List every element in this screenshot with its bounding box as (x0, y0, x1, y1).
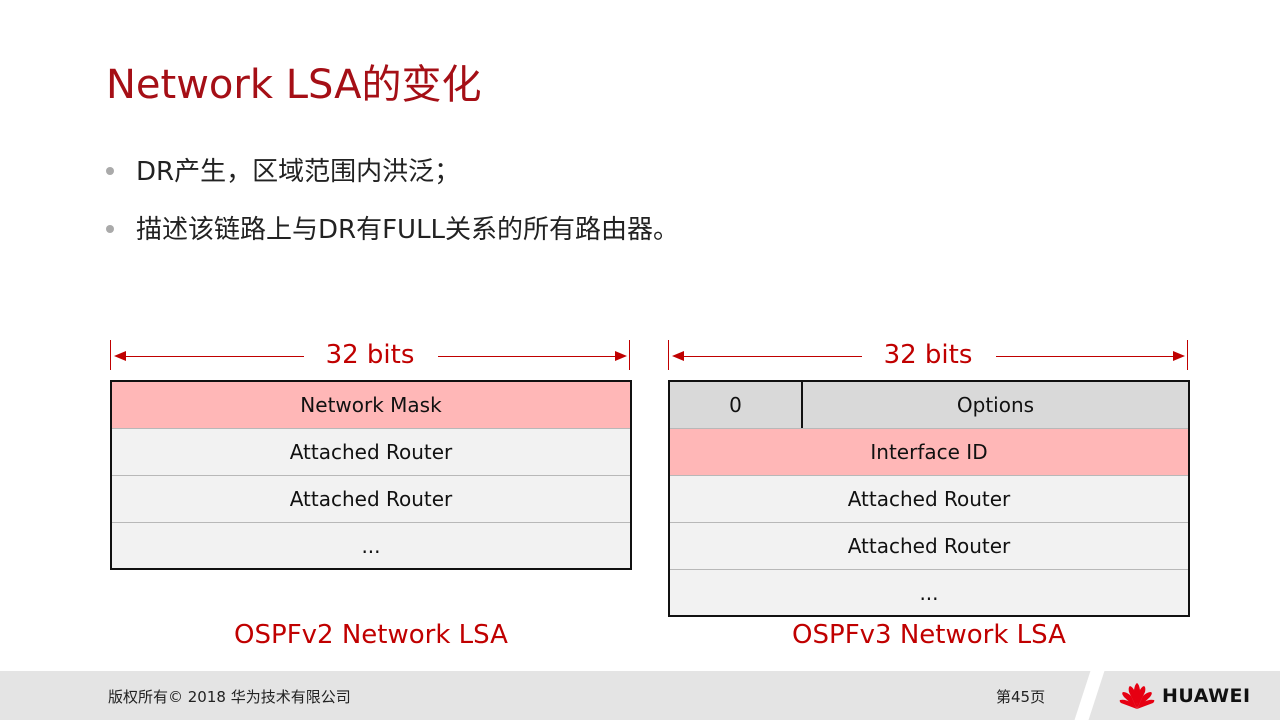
bullet-text: DR产生，区域范围内洪泛； (136, 156, 461, 187)
width-measure: 32 bits (110, 340, 632, 380)
bullet-dot-icon (106, 225, 114, 233)
measure-tick-right (1187, 340, 1188, 370)
bullet-dot-icon (106, 167, 114, 175)
slide-title: Network LSA的变化 (106, 62, 482, 108)
field-header-row: 0 Options (670, 382, 1188, 429)
copyright-text: 版权所有© 2018 华为技术有限公司 (108, 688, 351, 706)
width-label: 32 bits (325, 340, 415, 370)
bullet-item: 描述该链路上与DR有FULL关系的所有路由器。 (106, 198, 679, 256)
arrow-right-icon (615, 351, 627, 361)
arrow-right-icon (1173, 351, 1185, 361)
measure-tick-right (629, 340, 630, 370)
ospfv3-caption: OSPFv3 Network LSA (792, 620, 1066, 650)
brand-name: HUAWEI (1162, 685, 1251, 707)
bullet-list: DR产生，区域范围内洪泛； 描述该链路上与DR有FULL关系的所有路由器。 (106, 140, 679, 256)
slide-footer: 版权所有© 2018 华为技术有限公司 第45页 HUAWEI (0, 667, 1280, 727)
lsa-field-table: Network Mask Attached Router Attached Ro… (110, 380, 632, 570)
field-options: Options (956, 393, 1035, 417)
huawei-flower-icon (1119, 683, 1155, 709)
bullet-text: 描述该链路上与DR有FULL关系的所有路由器。 (136, 214, 680, 245)
ospfv3-lsa-diagram: 32 bits 0 Options Interface ID Attached … (668, 340, 1190, 617)
width-measure: 32 bits (668, 340, 1190, 380)
ospfv2-lsa-diagram: 32 bits Network Mask Attached Router Att… (110, 340, 632, 570)
measure-tick-left (668, 340, 669, 370)
field-interface-id: Interface ID (670, 429, 1188, 476)
bullet-item: DR产生，区域范围内洪泛； (106, 140, 679, 198)
field-attached-router: Attached Router (112, 429, 630, 476)
measure-line-left (682, 356, 862, 357)
field-ellipsis: ... (112, 523, 630, 568)
field-attached-router: Attached Router (670, 476, 1188, 523)
field-zero: 0 (670, 382, 803, 428)
footer-divider (1072, 667, 1106, 727)
measure-tick-left (110, 340, 111, 370)
ospfv2-caption: OSPFv2 Network LSA (234, 620, 508, 650)
width-label: 32 bits (883, 340, 973, 370)
field-attached-router: Attached Router (670, 523, 1188, 570)
measure-line-right (996, 356, 1174, 357)
measure-line-right (438, 356, 616, 357)
field-network-mask: Network Mask (112, 382, 630, 429)
page-number: 第45页 (996, 688, 1046, 706)
lsa-field-table: 0 Options Interface ID Attached Router A… (668, 380, 1190, 617)
field-attached-router: Attached Router (112, 476, 630, 523)
measure-line-left (124, 356, 304, 357)
huawei-logo: HUAWEI (1118, 682, 1251, 710)
field-ellipsis: ... (670, 570, 1188, 615)
